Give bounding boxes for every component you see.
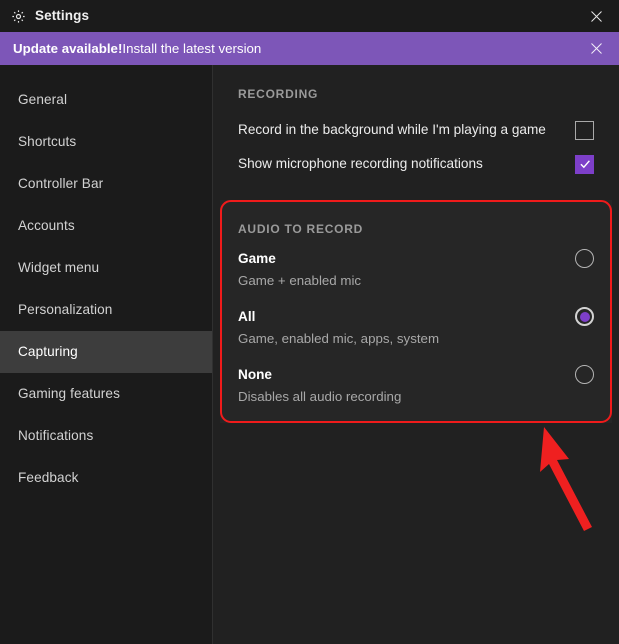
toggle-label: Show microphone recording notifications (238, 157, 483, 171)
sidebar-item-personalization[interactable]: Personalization (0, 289, 212, 331)
settings-sidebar: General Shortcuts Controller Bar Accounts Wi… (0, 65, 212, 644)
close-icon (589, 41, 604, 56)
radio-description: Game, enabled mic, apps, system (238, 332, 439, 345)
titlebar-left-group: Settings (0, 9, 89, 24)
sidebar-item-notifications[interactable]: Notifications (0, 415, 212, 457)
gear-icon (11, 9, 26, 24)
checkbox-mic-notifications[interactable] (575, 155, 594, 174)
sidebar-item-shortcuts[interactable]: Shortcuts (0, 121, 212, 163)
radio-row-game[interactable]: Game Game + enabled mic (220, 252, 612, 292)
radio-title: None (238, 368, 272, 382)
recording-section-heading: RECORDING (238, 88, 318, 100)
check-icon (578, 157, 592, 171)
sidebar-item-label: Widget menu (18, 261, 99, 275)
radio-description: Game + enabled mic (238, 274, 361, 287)
sidebar-item-controller-bar[interactable]: Controller Bar (0, 163, 212, 205)
sidebar-item-label: Capturing (18, 345, 78, 359)
radio-row-all[interactable]: All Game, enabled mic, apps, system (220, 310, 612, 350)
radio-button-game[interactable] (575, 249, 594, 268)
audio-to-record-group: AUDIO TO RECORD Game Game + enabled mic … (220, 200, 612, 423)
settings-window: Settings Update available!Install the la… (0, 0, 619, 644)
sidebar-item-capturing[interactable]: Capturing (0, 331, 212, 373)
update-banner-strong: Update available! (13, 41, 122, 56)
sidebar-item-feedback[interactable]: Feedback (0, 457, 212, 499)
checkbox-record-background[interactable] (575, 121, 594, 140)
radio-title: Game (238, 252, 276, 266)
sidebar-item-label: Notifications (18, 429, 93, 443)
sidebar-item-label: General (18, 93, 67, 107)
sidebar-item-label: Accounts (18, 219, 75, 233)
radio-title: All (238, 310, 255, 324)
settings-content-panel: RECORDING Record in the background while… (213, 65, 619, 644)
window-titlebar: Settings (0, 0, 619, 32)
radio-button-all[interactable] (575, 307, 594, 326)
window-close-button[interactable] (573, 0, 619, 32)
sidebar-item-label: Shortcuts (18, 135, 76, 149)
sidebar-item-label: Personalization (18, 303, 112, 317)
window-title: Settings (35, 9, 89, 23)
sidebar-item-widget-menu[interactable]: Widget menu (0, 247, 212, 289)
radio-row-none[interactable]: None Disables all audio recording (220, 368, 612, 408)
sidebar-item-gaming-features[interactable]: Gaming features (0, 373, 212, 415)
update-banner-close-button[interactable] (573, 32, 619, 65)
sidebar-item-label: Feedback (18, 471, 79, 485)
update-banner-text: Update available!Install the latest vers… (0, 42, 261, 55)
close-icon (589, 9, 604, 24)
radio-description: Disables all audio recording (238, 390, 401, 403)
radio-button-none[interactable] (575, 365, 594, 384)
toggle-label: Record in the background while I'm playi… (238, 123, 546, 137)
sidebar-item-label: Controller Bar (18, 177, 103, 191)
sidebar-item-label: Gaming features (18, 387, 120, 401)
toggle-row-record-background[interactable]: Record in the background while I'm playi… (213, 115, 619, 145)
update-banner[interactable]: Update available!Install the latest vers… (0, 32, 619, 65)
sidebar-item-accounts[interactable]: Accounts (0, 205, 212, 247)
update-banner-link[interactable]: Install the latest version (122, 41, 261, 56)
radio-inner-dot (580, 312, 590, 322)
toggle-row-mic-notifications[interactable]: Show microphone recording notifications (213, 149, 619, 179)
audio-to-record-heading: AUDIO TO RECORD (238, 223, 363, 235)
sidebar-item-general[interactable]: General (0, 79, 212, 121)
